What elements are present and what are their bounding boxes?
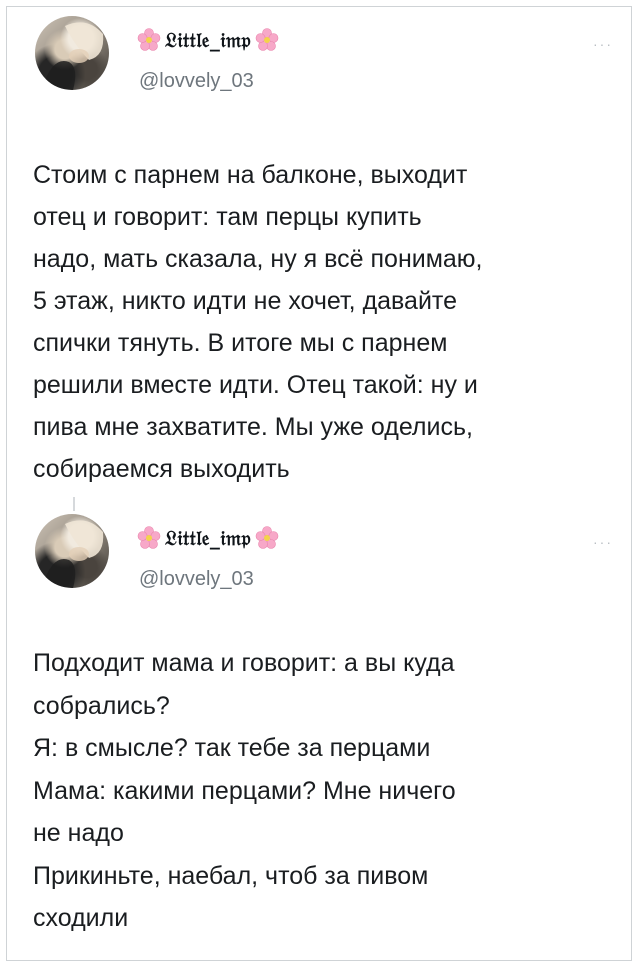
display-name: 𝔏𝔦𝔱𝔱𝔩𝔢_𝔦𝔪𝔭 [165, 28, 252, 52]
display-name-row[interactable]: 𝔏𝔦𝔱𝔱𝔩𝔢_𝔦𝔪𝔭 [137, 526, 279, 550]
tweet: 𝔏𝔦𝔱𝔱𝔩𝔢_𝔦𝔪𝔭 @lovvely_03 ··· Стоим с парне… [33, 14, 611, 490]
tweet-text: Стоим с парнем на балконе, выходит отец … [33, 161, 483, 483]
avatar[interactable] [35, 514, 109, 588]
cherry-blossom-icon [137, 28, 161, 51]
user-handle[interactable]: @lovvely_03 [139, 70, 254, 93]
more-options-icon[interactable]: ··· [593, 534, 613, 550]
cherry-blossom-icon [137, 526, 161, 549]
more-options-icon[interactable]: ··· [593, 36, 613, 52]
avatar[interactable] [35, 16, 109, 90]
thread-connector [73, 497, 75, 511]
tweet-header: 𝔏𝔦𝔱𝔱𝔩𝔢_𝔦𝔪𝔭 @lovvely_03 ··· [33, 512, 611, 602]
cherry-blossom-icon [255, 28, 279, 51]
display-name-row[interactable]: 𝔏𝔦𝔱𝔱𝔩𝔢_𝔦𝔪𝔭 [137, 28, 279, 52]
tweet-header: 𝔏𝔦𝔱𝔱𝔩𝔢_𝔦𝔪𝔭 @lovvely_03 ··· [33, 14, 611, 104]
tweet-text: Подходит мама и говорит: а вы куда собра… [33, 649, 456, 932]
cherry-blossom-icon [255, 526, 279, 549]
display-name: 𝔏𝔦𝔱𝔱𝔩𝔢_𝔦𝔪𝔭 [165, 526, 252, 550]
tweet: 𝔏𝔦𝔱𝔱𝔩𝔢_𝔦𝔪𝔭 @lovvely_03 ··· Подходит мама… [33, 512, 611, 940]
user-handle[interactable]: @lovvely_03 [139, 568, 254, 591]
